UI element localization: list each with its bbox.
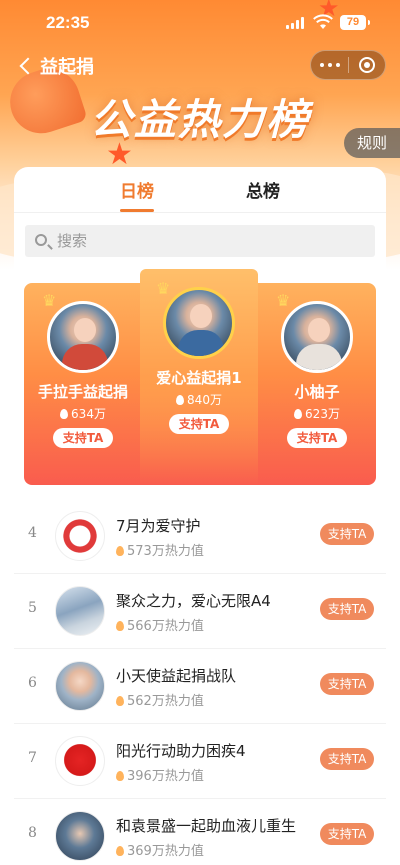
avatar [163,287,235,359]
crown-icon: ♛ [276,291,291,310]
list-item-title: 阳光行动助力困疾4 [116,742,246,760]
top-rank-2[interactable]: ♛ 手拉手益起捐 634万 支持TA [24,291,142,448]
more-options-button[interactable] [311,50,348,80]
support-button[interactable]: 支持TA [320,823,374,845]
support-button[interactable]: 支持TA [52,428,114,448]
status-time: 22:35 [46,13,90,32]
signal-icon [286,17,306,29]
rank-number: 5 [28,600,37,616]
support-button[interactable]: 支持TA [320,748,374,770]
search-bar [25,225,375,257]
tab-total[interactable]: 总榜 [246,177,280,202]
list-item-heat: 396万热力值 [116,765,204,784]
list-item[interactable]: 5 聚众之力，爱心无限A4 566万热力值 支持TA [14,574,386,649]
avatar [55,586,105,636]
top-heat: 840万 [140,391,258,408]
avatar [47,301,119,373]
avatar [55,736,105,786]
support-button[interactable]: 支持TA [320,523,374,545]
rank-number: 6 [28,675,37,691]
list-item[interactable]: 7 阳光行动助力困疾4 396万热力值 支持TA [14,724,386,799]
rank-number: 4 [28,525,37,541]
back-button[interactable]: 益起捐 [16,51,94,81]
support-button[interactable]: 支持TA [320,673,374,695]
avatar [55,811,105,861]
flame-icon [116,696,124,706]
flame-icon [116,621,124,631]
status-bar: 22:35 79 [0,0,400,46]
avatar [55,661,105,711]
flame-icon [116,771,124,781]
avatar [55,511,105,561]
top-heat: 634万 [24,405,142,422]
miniapp-capsule [310,50,386,80]
list-item[interactable]: 4 7月为爱守护 573万热力值 支持TA [14,499,386,574]
list-item-heat: 566万热力值 [116,615,204,634]
page-title: 公益热力榜 [89,95,310,144]
list-item-title: 小天使益起捐战队 [116,667,237,685]
tab-active-indicator [120,209,154,212]
list-item-title: 7月为爱守护 [116,517,201,535]
search-input[interactable] [57,225,367,257]
rules-button[interactable]: 规则 [344,128,400,158]
search-icon [35,234,47,246]
flame-icon [116,546,124,556]
list-item-heat: 369万热力值 [116,840,204,859]
top-name: 爱心益起捐1 [156,369,242,387]
flame-icon [176,395,185,405]
support-button[interactable]: 支持TA [320,598,374,620]
top-rank-3[interactable]: ♛ 小柚子 623万 支持TA [258,291,376,448]
list-item-title: 聚众之力，爱心无限A4 [116,592,271,610]
chevron-left-icon [19,57,37,75]
ranking-card: 日榜 总榜 ♛ 手拉手益起捐 634万 支持TA ♛ 爱心益起捐1 840万 支… [14,167,386,865]
list-item-heat: 573万热力值 [116,540,204,559]
navigation-bar: 益起捐 [0,48,400,84]
target-icon [358,57,375,73]
avatar [281,301,353,373]
ranking-list: 4 7月为爱守护 573万热力值 支持TA 5 聚众之力，爱心无限A4 566万… [14,499,386,865]
tab-bar: 日榜 总榜 [14,167,386,213]
wifi-icon [313,14,333,29]
rank-number: 7 [28,750,37,766]
top-name: 小柚子 [294,383,340,401]
top-name: 手拉手益起捐 [37,383,128,401]
list-item[interactable]: 8 和袁景盛一起助血液儿重生 369万热力值 支持TA [14,799,386,865]
list-item-heat: 562万热力值 [116,690,204,709]
crown-icon: ♛ [156,279,171,298]
battery-indicator: 79 [340,15,370,30]
flame-icon [294,409,303,419]
support-button[interactable]: 支持TA [286,428,348,448]
close-miniapp-button[interactable] [349,50,385,80]
list-item[interactable]: 6 小天使益起捐战队 562万热力值 支持TA [14,649,386,724]
support-button[interactable]: 支持TA [168,414,230,434]
tab-daily[interactable]: 日榜 [120,177,154,202]
crown-icon: ♛ [42,291,57,310]
top-heat: 623万 [258,405,376,422]
flame-icon [60,409,69,419]
back-label: 益起捐 [40,57,94,78]
top-rank-1[interactable]: ♛ 爱心益起捐1 840万 支持TA [140,279,258,434]
list-item-title: 和袁景盛一起助血液儿重生 [116,817,297,835]
flame-icon [116,846,124,856]
rank-number: 8 [28,825,37,841]
